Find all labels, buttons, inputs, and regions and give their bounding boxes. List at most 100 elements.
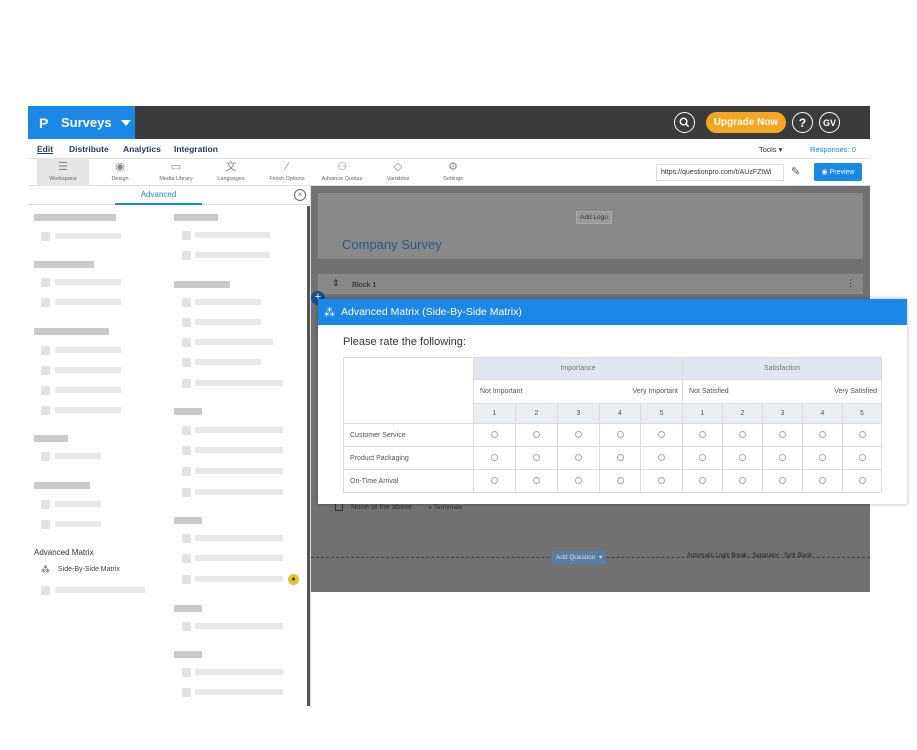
- placeholder-item[interactable]: [55, 367, 121, 373]
- nav-analytics[interactable]: Analytics: [123, 144, 161, 154]
- radio-button[interactable]: [658, 430, 665, 438]
- placeholder-item[interactable]: [195, 623, 283, 629]
- radio-button[interactable]: [575, 453, 582, 461]
- responses-count[interactable]: Responses: 0: [810, 145, 856, 154]
- table-row: On-Time Arrival: [343, 469, 882, 493]
- tool-workspace[interactable]: ☰ Workspace: [37, 159, 89, 186]
- placeholder-item[interactable]: [55, 587, 145, 593]
- placeholder-item[interactable]: [55, 347, 121, 353]
- placeholder-item[interactable]: [195, 339, 273, 345]
- radio-button[interactable]: [739, 430, 746, 438]
- radio-button[interactable]: [739, 453, 746, 461]
- radio-button[interactable]: [699, 476, 706, 484]
- tab-advanced[interactable]: Advanced: [115, 186, 202, 205]
- more-options-icon[interactable]: ⋮: [846, 278, 855, 289]
- placeholder-item[interactable]: [195, 555, 283, 561]
- placeholder-item[interactable]: [55, 453, 101, 459]
- product-switcher[interactable]: P Surveys: [28, 106, 135, 139]
- nav-integration[interactable]: Integration: [174, 144, 218, 154]
- close-panel-icon[interactable]: ×: [294, 189, 306, 201]
- radio-button[interactable]: [616, 476, 624, 484]
- radio-button[interactable]: [819, 453, 826, 461]
- survey-url-field[interactable]: https://questionpro.com/t/AUzFZtWi: [656, 164, 784, 181]
- placeholder-item[interactable]: [55, 279, 121, 285]
- checkbox[interactable]: [335, 503, 343, 512]
- radio-button[interactable]: [616, 430, 624, 438]
- placeholder-icon: [41, 586, 50, 595]
- placeholder-item[interactable]: [55, 387, 121, 393]
- radio-button[interactable]: [699, 453, 706, 461]
- question-text[interactable]: Please rate the following:: [343, 336, 466, 348]
- placeholder-item[interactable]: [195, 232, 270, 238]
- radio-button[interactable]: [779, 476, 786, 484]
- upgrade-button[interactable]: Upgrade Now: [706, 112, 786, 133]
- tools-menu[interactable]: Tools ▾: [759, 145, 782, 154]
- tool-media-library[interactable]: ▭ Media Library: [150, 159, 202, 186]
- radio-button[interactable]: [658, 476, 665, 484]
- placeholder-item[interactable]: [195, 689, 283, 695]
- radio-button[interactable]: [575, 476, 582, 484]
- radio-button[interactable]: [858, 430, 866, 438]
- tool-variables[interactable]: ◇ Variables: [372, 159, 424, 186]
- placeholder-icon: [182, 534, 191, 543]
- placeholder-item[interactable]: [55, 233, 121, 239]
- tool-languages[interactable]: 文 Languages: [205, 159, 257, 186]
- block-actions[interactable]: Automatic Logic Break · Separator · Spli…: [687, 553, 812, 559]
- edit-url-icon[interactable]: ✎: [791, 165, 800, 178]
- placeholder-item[interactable]: [195, 576, 283, 582]
- survey-title[interactable]: Company Survey: [342, 237, 442, 252]
- placeholder-item[interactable]: [195, 468, 283, 474]
- placeholder-item[interactable]: [55, 299, 121, 305]
- radio-button[interactable]: [491, 430, 498, 438]
- radio-button[interactable]: [533, 453, 540, 461]
- placeholder-icon: [41, 298, 50, 307]
- block-header: ⇕ Block 1 ⋮: [318, 274, 863, 294]
- tool-finish-options[interactable]: ⁄ Finish Options: [261, 159, 313, 186]
- placeholder-item[interactable]: [195, 427, 283, 433]
- brand-logo: P: [39, 114, 49, 131]
- radio-button[interactable]: [779, 453, 786, 461]
- radio-button[interactable]: [858, 453, 866, 461]
- search-button[interactable]: [674, 112, 695, 133]
- placeholder-item[interactable]: [195, 299, 261, 305]
- placeholder-item[interactable]: [195, 359, 261, 365]
- radio-button[interactable]: [533, 430, 540, 438]
- tool-advance-quotas[interactable]: ⚇ Advance Quotas: [316, 159, 368, 186]
- radio-button[interactable]: [575, 430, 582, 438]
- add-logo-button[interactable]: Add Logo: [576, 211, 612, 224]
- radio-button[interactable]: [658, 453, 665, 461]
- help-button[interactable]: ?: [792, 112, 813, 133]
- radio-button[interactable]: [699, 430, 706, 438]
- radio-button[interactable]: [533, 476, 540, 484]
- placeholder-item[interactable]: [55, 501, 101, 507]
- panel-scrollbar[interactable]: [307, 206, 310, 706]
- placeholder-item[interactable]: [195, 535, 283, 541]
- radio-button[interactable]: [819, 430, 826, 438]
- lightbulb-icon[interactable]: ●: [288, 574, 299, 585]
- placeholder-item[interactable]: [195, 669, 283, 675]
- radio-button[interactable]: [858, 476, 866, 484]
- nav-edit[interactable]: Edit: [37, 144, 53, 154]
- tool-settings[interactable]: ⚙ Settings: [427, 159, 479, 186]
- placeholder-item[interactable]: [195, 380, 283, 386]
- placeholder-item[interactable]: [195, 252, 270, 258]
- placeholder-item[interactable]: [195, 447, 283, 453]
- placeholder-item[interactable]: [195, 319, 261, 325]
- nav-distribute[interactable]: Distribute: [69, 144, 109, 154]
- placeholder-item[interactable]: [55, 521, 101, 527]
- scale-number: 3: [557, 403, 600, 424]
- radio-button[interactable]: [616, 453, 624, 461]
- radio-button[interactable]: [491, 476, 498, 484]
- placeholder-item[interactable]: [55, 407, 121, 413]
- side-by-side-matrix-item[interactable]: ⁂ Side-By-Side Matrix: [41, 564, 120, 575]
- add-question-button[interactable]: Add Question ▾: [552, 551, 607, 564]
- radio-button[interactable]: [779, 430, 786, 438]
- user-avatar[interactable]: GV: [819, 112, 840, 133]
- tool-design[interactable]: ◉ Design: [94, 159, 146, 186]
- radio-button[interactable]: [491, 453, 498, 461]
- preview-button[interactable]: ◉ Preview: [814, 163, 862, 181]
- radio-button[interactable]: [819, 476, 826, 484]
- placeholder-item[interactable]: [195, 489, 283, 495]
- radio-button[interactable]: [739, 476, 746, 484]
- collapse-icon[interactable]: ⇕: [332, 278, 340, 289]
